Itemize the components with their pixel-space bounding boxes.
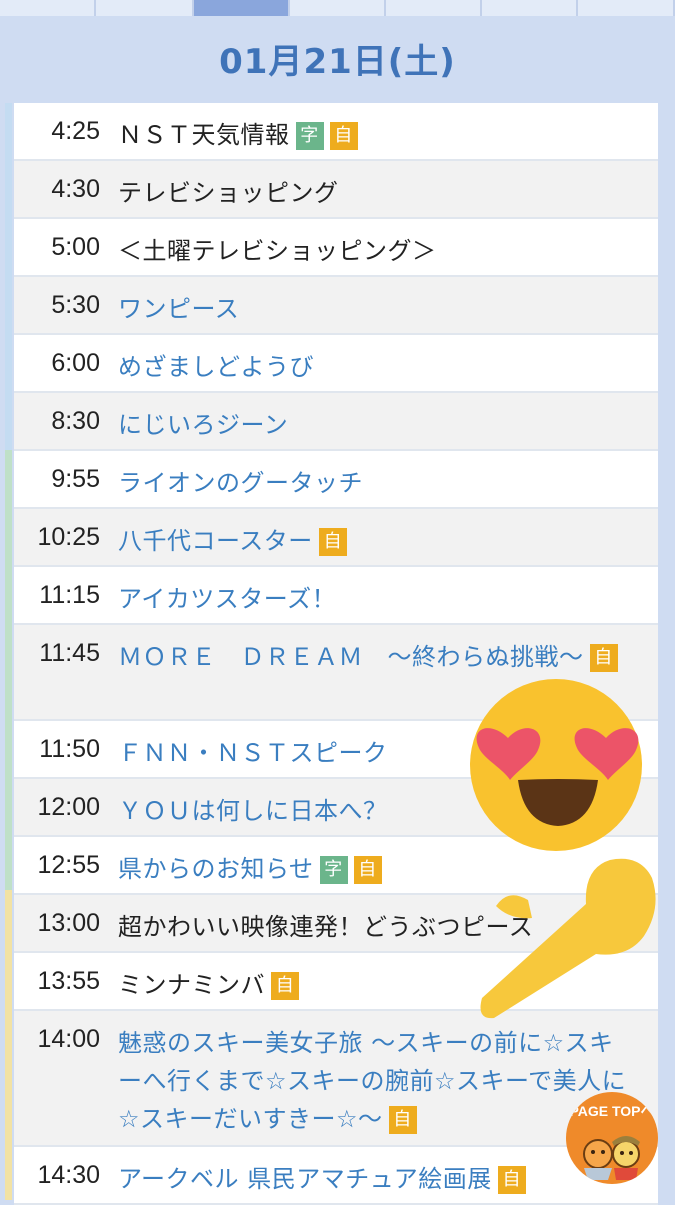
day-tab[interactable]: [482, 0, 578, 16]
day-tab-active[interactable]: [194, 0, 290, 16]
program-row[interactable]: 11:15 アイカツスターズ！: [14, 567, 658, 625]
program-time: 12:00: [37, 793, 100, 821]
program-time: 5:30: [51, 291, 100, 319]
time-band-afternoon: [5, 890, 12, 1200]
program-title-text[interactable]: にじいろジーン: [118, 411, 288, 439]
program-title[interactable]: アークベル 県民アマチュア絵画展自: [118, 1160, 638, 1198]
subtitle-badge: 字: [319, 856, 348, 884]
day-tab[interactable]: [96, 0, 194, 16]
program-title[interactable]: ワンピース: [118, 290, 638, 328]
program-title-text[interactable]: めざましどようび: [118, 353, 314, 381]
program-title[interactable]: アイカツスターズ！: [118, 580, 638, 618]
day-tab[interactable]: [0, 0, 96, 16]
auto-badge: 自: [271, 972, 299, 1000]
program-time: 13:00: [37, 909, 100, 937]
time-band-morning: [5, 103, 12, 450]
program-title-text[interactable]: ワンピース: [118, 295, 239, 323]
program-title-text: ＜土曜テレビショッピング＞: [118, 237, 437, 265]
program-title[interactable]: めざましどようび: [118, 348, 638, 386]
program-time: 14:30: [37, 1161, 100, 1189]
day-tab[interactable]: [386, 0, 482, 16]
subtitle-badge: 字: [295, 122, 324, 150]
program-time: 12:55: [37, 851, 100, 879]
program-title[interactable]: 八千代コースター自: [118, 522, 638, 560]
program-title-text[interactable]: ＦＮＮ・ＮＳＴスピーク: [118, 739, 388, 767]
program-title-text[interactable]: 八千代コースター: [118, 527, 313, 555]
program-time: 11:45: [39, 639, 100, 667]
time-band-noon: [5, 450, 12, 890]
program-title: ＜土曜テレビショッピング＞: [118, 232, 638, 270]
day-tab[interactable]: [290, 0, 386, 16]
program-title[interactable]: 魅惑のスキー美女子旅 ～スキーの前に☆スキーへ行くまで☆スキーの腕前☆スキーで美…: [118, 1024, 638, 1138]
program-time: 11:15: [39, 581, 100, 609]
page-top-label: PAGE TOPへ: [569, 1103, 655, 1119]
program-title-text[interactable]: ＭＯＲＥ ＤＲＥＡＭ ～終わらぬ挑戦～: [118, 643, 584, 671]
auto-badge: 自: [318, 528, 347, 556]
program-row[interactable]: 9:55 ライオンのグータッチ: [14, 451, 658, 509]
program-title-text: テレビショッピング: [118, 179, 339, 207]
program-row: 4:25 ＮＳＴ天気情報字自: [14, 103, 658, 161]
auto-badge: 自: [388, 1106, 417, 1134]
program-time: 14:00: [37, 1025, 100, 1053]
program-title-text: ＮＳＴ天気情報: [118, 121, 290, 149]
auto-badge: 自: [353, 856, 382, 884]
program-time: 11:50: [39, 735, 100, 763]
heart-eyes-emoji-icon: [470, 679, 656, 1019]
program-title-text[interactable]: アークベル 県民アマチュア絵画展: [118, 1165, 492, 1193]
program-row[interactable]: 8:30 にじいろジーン: [14, 393, 658, 451]
auto-badge: 自: [497, 1166, 526, 1194]
program-row[interactable]: 14:30 アークベル 県民アマチュア絵画展自: [14, 1147, 658, 1205]
program-row[interactable]: 5:30 ワンピース: [14, 277, 658, 335]
program-list: 4:25 ＮＳＴ天気情報字自 4:30 テレビショッピング 5:00 ＜土曜テレビショッピ…: [14, 103, 658, 1205]
program-row[interactable]: 6:00 めざましどようび: [14, 335, 658, 393]
program-title: テレビショッピング: [118, 174, 638, 212]
program-title-text[interactable]: 県からのお知らせ: [118, 855, 314, 883]
program-title-text[interactable]: ＹＯＵは何しに日本へ？: [118, 797, 388, 825]
program-time: 10:25: [37, 523, 100, 551]
program-title-text[interactable]: ライオンのグータッチ: [118, 469, 363, 497]
program-time: 6:00: [51, 349, 100, 377]
program-time: 4:25: [51, 117, 100, 145]
program-time: 5:00: [51, 233, 100, 261]
program-row[interactable]: 14:00 魅惑のスキー美女子旅 ～スキーの前に☆スキーへ行くまで☆スキーの腕前☆…: [14, 1011, 658, 1147]
program-time: 4:30: [51, 175, 100, 203]
page-top-button[interactable]: PAGE TOPへ: [566, 1092, 658, 1184]
program-time: 13:55: [37, 967, 100, 995]
day-tab[interactable]: [578, 0, 675, 16]
date-heading: 01月21日(土): [219, 42, 456, 82]
program-title-text[interactable]: アイカツスターズ！: [118, 585, 336, 613]
program-title-text: ミンナミンバ: [118, 971, 265, 999]
program-title[interactable]: にじいろジーン: [118, 406, 638, 444]
program-row[interactable]: 10:25 八千代コースター自: [14, 509, 658, 567]
program-title[interactable]: ライオンのグータッチ: [118, 464, 638, 502]
program-row: 4:30 テレビショッピング: [14, 161, 658, 219]
program-title-text[interactable]: 魅惑のスキー美女子旅 ～スキーの前に☆スキーへ行くまで☆スキーの腕前☆スキーで美…: [118, 1029, 626, 1133]
program-time: 8:30: [51, 407, 100, 435]
program-time: 9:55: [51, 465, 100, 493]
auto-badge: 自: [329, 122, 358, 150]
program-row: 5:00 ＜土曜テレビショッピング＞: [14, 219, 658, 277]
day-tabs: [0, 0, 675, 16]
program-title: ＮＳＴ天気情報字自: [118, 116, 638, 154]
